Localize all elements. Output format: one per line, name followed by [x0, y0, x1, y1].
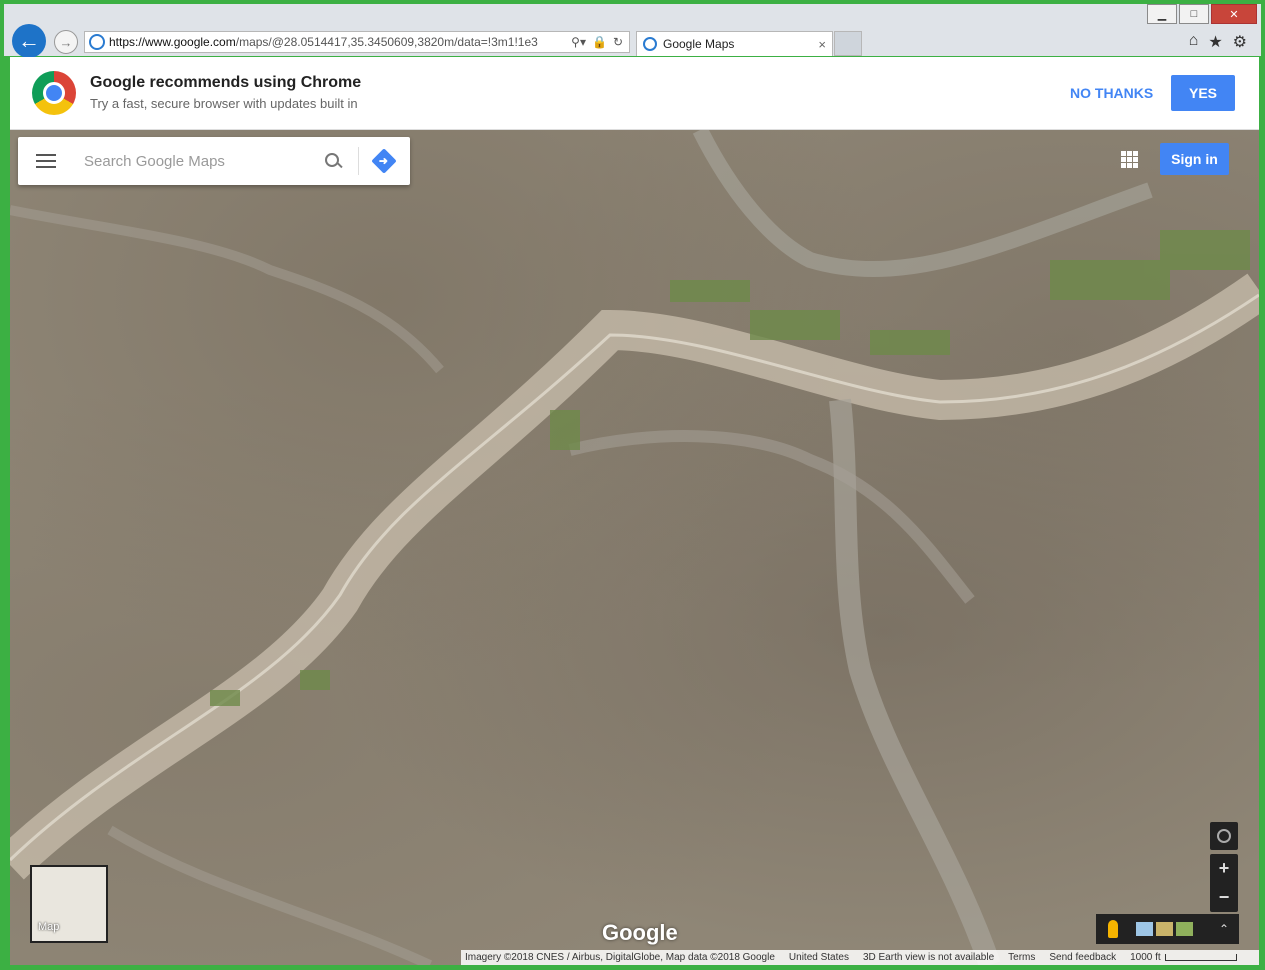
imagery-credit: Imagery ©2018 CNES / Airbus, DigitalGlob…	[465, 952, 775, 963]
my-location-icon[interactable]	[1210, 822, 1238, 850]
search-input[interactable]	[82, 151, 316, 171]
zoom-out-button[interactable]: −	[1210, 883, 1238, 912]
menu-icon[interactable]	[36, 150, 56, 172]
yes-button[interactable]: YES	[1171, 75, 1235, 111]
google-logo: Google	[602, 920, 678, 945]
chrome-banner: Google recommends using Chrome Try a fas…	[10, 57, 1259, 130]
send-feedback-link[interactable]: Send feedback	[1049, 952, 1116, 963]
map-footer: Imagery ©2018 CNES / Airbus, DigitalGlob…	[461, 950, 1259, 965]
search-icon[interactable]	[324, 152, 342, 170]
imagery-thumb-1[interactable]	[1136, 922, 1153, 936]
imagery-thumbnails	[1136, 922, 1193, 936]
directions-icon[interactable]: ➜	[371, 148, 397, 174]
home-icon[interactable]: ⌂	[1189, 32, 1199, 52]
url-path: /maps/@28.0514417,35.3450609,3820m/data=…	[235, 35, 538, 49]
imagery-thumb-3[interactable]	[1176, 922, 1193, 936]
window-controls: ▁ □ ✕	[1145, 4, 1257, 24]
pegman-icon[interactable]	[1108, 920, 1118, 938]
maximize-button[interactable]: □	[1179, 4, 1209, 24]
tab-google-maps[interactable]: Google Maps ×	[636, 31, 833, 56]
browser-window: ▁ □ ✕ ← → https://www.google.com/maps/@2…	[0, 0, 1265, 970]
country-link[interactable]: United States	[789, 952, 849, 963]
banner-subtitle: Try a fast, secure browser with updates …	[90, 96, 358, 111]
satellite-map[interactable]: ➜ Sign in Map Google + − ⌃ Imagery ©2018…	[10, 130, 1259, 965]
expand-chevron-icon[interactable]: ⌃	[1219, 922, 1229, 936]
map-layer-toggle[interactable]: Map	[30, 865, 108, 943]
zoom-control: + −	[1210, 854, 1238, 912]
terms-link[interactable]: Terms	[1008, 952, 1035, 963]
apps-grid-icon[interactable]	[1121, 151, 1138, 168]
search-divider	[358, 147, 359, 175]
browser-toolbar: ▁ □ ✕ ← → https://www.google.com/maps/@2…	[4, 4, 1261, 58]
address-tools: ⚲▾ 🔒 ↻	[571, 35, 623, 49]
browser-right-icons: ⌂ ★ ⚙	[1189, 32, 1247, 52]
address-bar[interactable]: https://www.google.com/maps/@28.0514417,…	[84, 31, 630, 53]
tab-close-icon[interactable]: ×	[818, 37, 826, 52]
ie-icon	[89, 34, 105, 50]
refresh-icon[interactable]: ↻	[613, 35, 623, 49]
sign-in-button[interactable]: Sign in	[1160, 143, 1229, 175]
imagery-panel: ⌃	[1096, 914, 1239, 944]
url-text[interactable]: https://www.google.com/maps/@28.0514417,…	[109, 35, 571, 49]
star-icon[interactable]: ★	[1208, 32, 1222, 52]
back-button[interactable]: ←	[12, 24, 46, 58]
new-tab-button[interactable]	[834, 31, 862, 56]
close-window-button[interactable]: ✕	[1211, 4, 1257, 24]
search-box: ➜	[18, 137, 410, 185]
url-host: https://www.google.com	[109, 35, 236, 49]
satellite-imagery	[10, 130, 1259, 965]
banner-title: Google recommends using Chrome	[90, 74, 362, 91]
lock-icon[interactable]: 🔒	[592, 35, 607, 49]
chrome-logo-icon	[32, 71, 76, 115]
search-dropdown-icon[interactable]: ⚲▾	[571, 35, 586, 49]
tab-ie-icon	[643, 37, 657, 51]
zoom-in-button[interactable]: +	[1210, 854, 1238, 883]
gear-icon[interactable]: ⚙	[1233, 32, 1247, 52]
forward-button[interactable]: →	[54, 30, 78, 54]
scale-bar	[1164, 953, 1237, 961]
tab-title: Google Maps	[663, 37, 735, 51]
imagery-thumb-2[interactable]	[1156, 922, 1173, 936]
minimize-button[interactable]: ▁	[1147, 4, 1177, 24]
scale-label[interactable]: 1000 ft	[1130, 952, 1237, 963]
earth-view-notice: 3D Earth view is not available	[862, 952, 995, 963]
no-thanks-button[interactable]: NO THANKS	[1060, 75, 1163, 111]
map-layer-label: Map	[38, 921, 60, 933]
